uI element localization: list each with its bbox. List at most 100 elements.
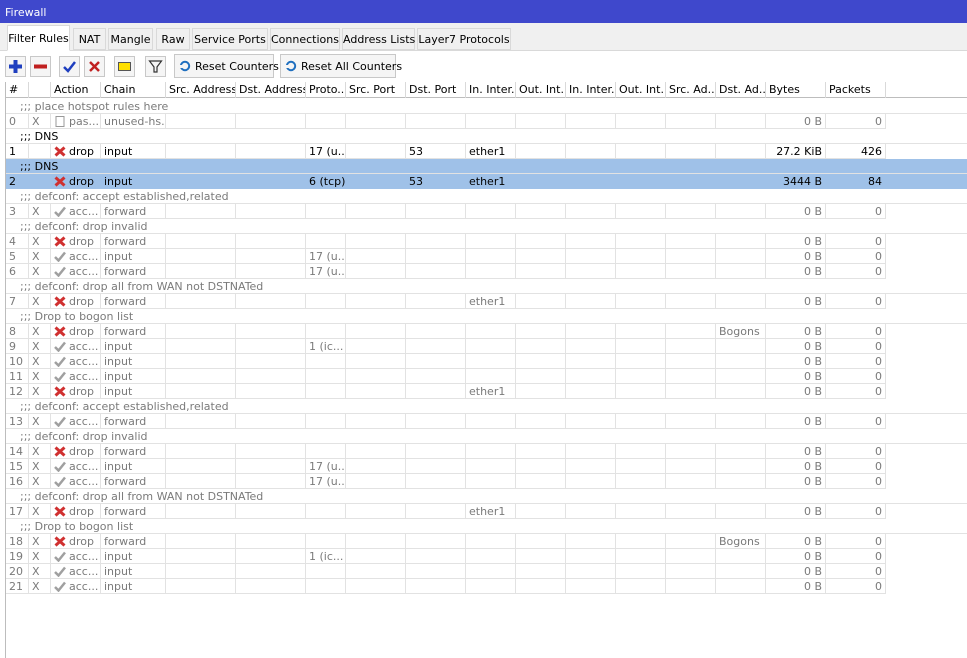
tab-filter-rules[interactable]: Filter Rules bbox=[7, 25, 70, 51]
tab-mangle[interactable]: Mangle bbox=[108, 28, 153, 50]
enable-button[interactable] bbox=[59, 56, 80, 77]
remove-button[interactable] bbox=[30, 56, 51, 77]
tab-service-ports[interactable]: Service Ports bbox=[192, 28, 268, 50]
tab-nat[interactable]: NAT bbox=[73, 28, 106, 50]
cell-dst-address bbox=[236, 339, 306, 354]
rule-row[interactable]: 17 Xdrop forward ether1 0 B0 bbox=[6, 504, 967, 519]
header-col-out-interface[interactable]: Out. Int... bbox=[516, 82, 566, 98]
cell-num: 2 bbox=[6, 174, 29, 189]
filter-button[interactable] bbox=[145, 56, 166, 77]
cell-src-address-list bbox=[666, 354, 716, 369]
comment-row[interactable]: ;;; defconf: drop all from WAN not DSTNA… bbox=[6, 279, 967, 294]
rule-row[interactable]: 8 Xdrop forward Bogons 0 B0 bbox=[6, 324, 967, 339]
rule-row[interactable]: 11 Xacc... input 0 B0 bbox=[6, 369, 967, 384]
tab-connections[interactable]: Connections bbox=[270, 28, 340, 50]
rule-row[interactable]: 5 Xacc... input 17 (u... 0 B0 bbox=[6, 249, 967, 264]
tab-address-lists[interactable]: Address Lists bbox=[342, 28, 415, 50]
header-col-in-interface[interactable]: In. Inter... bbox=[466, 82, 516, 98]
action-label: pas... bbox=[69, 115, 99, 128]
disable-button[interactable] bbox=[84, 56, 105, 77]
header-col-packets[interactable]: Packets bbox=[826, 82, 886, 98]
rule-row[interactable]: 7 Xdrop forward ether1 0 B0 bbox=[6, 294, 967, 309]
header-col-in-interface-list[interactable]: In. Inter... bbox=[566, 82, 616, 98]
tab-layer7-protocols[interactable]: Layer7 Protocols bbox=[417, 28, 511, 50]
comment-row[interactable]: ;;; Drop to bogon list bbox=[6, 519, 967, 534]
rule-row[interactable]: 3 Xacc... forward 0 B0 bbox=[6, 204, 967, 219]
cell-protocol bbox=[306, 564, 346, 579]
cell-in-interface: ether1 bbox=[466, 174, 516, 189]
comment-button[interactable] bbox=[114, 56, 135, 77]
comment-row[interactable]: ;;; defconf: drop all from WAN not DSTNA… bbox=[6, 489, 967, 504]
cell-num: 3 bbox=[6, 204, 29, 219]
cell-out-interface bbox=[516, 564, 566, 579]
cell-bytes: 0 B bbox=[766, 294, 826, 309]
header-col-bytes[interactable]: Bytes bbox=[766, 82, 826, 98]
rule-row[interactable]: 2 drop input 6 (tcp) 53 ether1 3444 B 84 bbox=[6, 174, 967, 189]
add-button[interactable] bbox=[5, 56, 26, 77]
rule-row[interactable]: 12 Xdrop input ether1 0 B0 bbox=[6, 384, 967, 399]
x-icon bbox=[89, 61, 100, 72]
cell-out-interface-list bbox=[616, 249, 666, 264]
rule-row[interactable]: 6 Xacc... forward 17 (u... 0 B0 bbox=[6, 264, 967, 279]
header-col-dst-address[interactable]: Dst. Address bbox=[236, 82, 306, 98]
rule-row[interactable]: 16 Xacc... forward 17 (u... 0 B0 bbox=[6, 474, 967, 489]
rule-row[interactable]: 20 Xacc... input 0 B0 bbox=[6, 564, 967, 579]
cell-src-address-list bbox=[666, 414, 716, 429]
header-col-dst-address-list[interactable]: Dst. Ad... bbox=[716, 82, 766, 98]
cell-src-address bbox=[166, 414, 236, 429]
tab-raw[interactable]: Raw bbox=[156, 28, 190, 50]
reset-counters-button[interactable]: Reset Counters bbox=[174, 54, 279, 78]
cell-flag: X bbox=[29, 369, 51, 384]
action-label: acc... bbox=[69, 460, 99, 473]
header-col-dst-port[interactable]: Dst. Port bbox=[406, 82, 466, 98]
cell-src-port bbox=[346, 354, 406, 369]
cell-action: drop bbox=[51, 324, 101, 339]
action-label: acc... bbox=[69, 265, 99, 278]
rule-row[interactable]: 9 Xacc... input 1 (ic... 0 B0 bbox=[6, 339, 967, 354]
cell-dst-address bbox=[236, 324, 306, 339]
comment-row[interactable]: ;;; place hotspot rules here bbox=[6, 99, 967, 114]
comment-row[interactable]: ;;; defconf: drop invalid bbox=[6, 219, 967, 234]
header-col-src-address-list[interactable]: Src. Ad... bbox=[666, 82, 716, 98]
filter-rules-table: # Action Chain Src. Address Dst. Address Prot… bbox=[5, 82, 967, 658]
cell-chain: input bbox=[101, 249, 166, 264]
rule-row[interactable]: 14 Xdrop forward 0 B0 bbox=[6, 444, 967, 459]
cell-protocol bbox=[306, 324, 346, 339]
cell-dst-address bbox=[236, 414, 306, 429]
comment-row[interactable]: ;;; defconf: accept established,related bbox=[6, 189, 967, 204]
action-label: acc... bbox=[69, 340, 99, 353]
rule-row[interactable]: 1 drop input 17 (u... 53 ether1 27.2 KiB 426 bbox=[6, 144, 967, 159]
cell-chain: input bbox=[101, 459, 166, 474]
rule-row[interactable]: 19 Xacc... input 1 (ic... 0 B0 bbox=[6, 549, 967, 564]
comment-row[interactable]: ;;; Drop to bogon list bbox=[6, 309, 967, 324]
cell-flag: X bbox=[29, 204, 51, 219]
rule-row[interactable]: 4 Xdrop forward 0 B0 bbox=[6, 234, 967, 249]
rule-row[interactable]: 18 Xdrop forward Bogons 0 B0 bbox=[6, 534, 967, 549]
header-col-flag[interactable] bbox=[29, 82, 51, 98]
accept-icon bbox=[54, 551, 66, 562]
rule-row[interactable]: 21 Xacc... input 0 B0 bbox=[6, 579, 967, 594]
header-col-src-port[interactable]: Src. Port bbox=[346, 82, 406, 98]
rule-row[interactable]: 15 Xacc... input 17 (u... 0 B0 bbox=[6, 459, 967, 474]
header-col-action[interactable]: Action bbox=[51, 82, 101, 98]
accept-icon bbox=[54, 566, 66, 577]
cell-chain: input bbox=[101, 339, 166, 354]
rule-row[interactable]: 0 Xpas... unused-hs... 0 B0 bbox=[6, 114, 967, 129]
action-label: acc... bbox=[69, 475, 99, 488]
cell-action: acc... bbox=[51, 459, 101, 474]
header-col-chain[interactable]: Chain bbox=[101, 82, 166, 98]
comment-row[interactable]: ;;; DNS bbox=[6, 129, 967, 144]
header-col-src-address[interactable]: Src. Address bbox=[166, 82, 236, 98]
reset-all-counters-button[interactable]: Reset All Counters bbox=[280, 54, 402, 78]
comment-row[interactable]: ;;; defconf: drop invalid bbox=[6, 429, 967, 444]
rule-row[interactable]: 13 Xacc... forward 0 B0 bbox=[6, 414, 967, 429]
rule-row[interactable]: 10 Xacc... input 0 B0 bbox=[6, 354, 967, 369]
comment-row[interactable]: ;;; defconf: accept established,related bbox=[6, 399, 967, 414]
cell-packets: 0 bbox=[826, 249, 886, 264]
comment-row[interactable]: ;;; DNS bbox=[6, 159, 967, 174]
cell-in-interface-list bbox=[566, 294, 616, 309]
cell-dst-port bbox=[406, 579, 466, 594]
header-col-protocol[interactable]: Proto... bbox=[306, 82, 346, 98]
header-col-num[interactable]: # bbox=[6, 82, 29, 98]
header-col-out-interface-list[interactable]: Out. Int... bbox=[616, 82, 666, 98]
